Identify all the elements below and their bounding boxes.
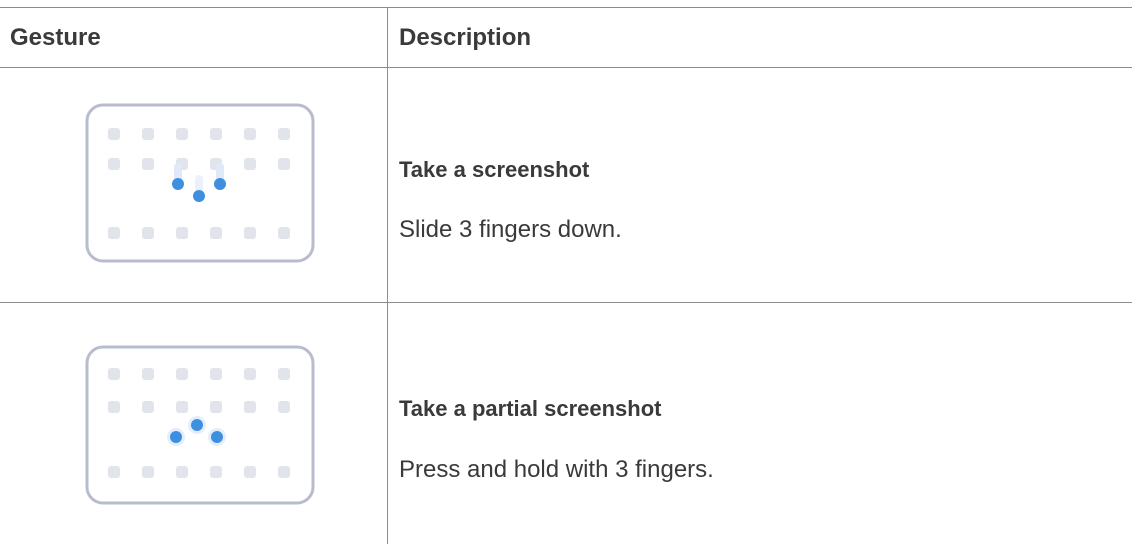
column-divider [387, 7, 388, 544]
table-top-border [0, 7, 1132, 8]
header-bottom-border [0, 67, 1132, 68]
three-finger-swipe-down-icon [85, 103, 315, 263]
row-text-screenshot: Slide 3 fingers down. [399, 216, 622, 243]
row-title-screenshot: Take a screenshot [399, 157, 590, 182]
row-text-partial-screenshot: Press and hold with 3 fingers. [399, 456, 714, 483]
row-divider [0, 302, 1132, 303]
header-description: Description [399, 24, 532, 51]
gesture-table: Gesture Description Take a screenshot Sl… [0, 0, 1132, 544]
row-title-partial-screenshot: Take a partial screenshot [399, 396, 662, 421]
header-gesture: Gesture [10, 24, 101, 51]
three-finger-press-hold-icon [85, 345, 315, 505]
